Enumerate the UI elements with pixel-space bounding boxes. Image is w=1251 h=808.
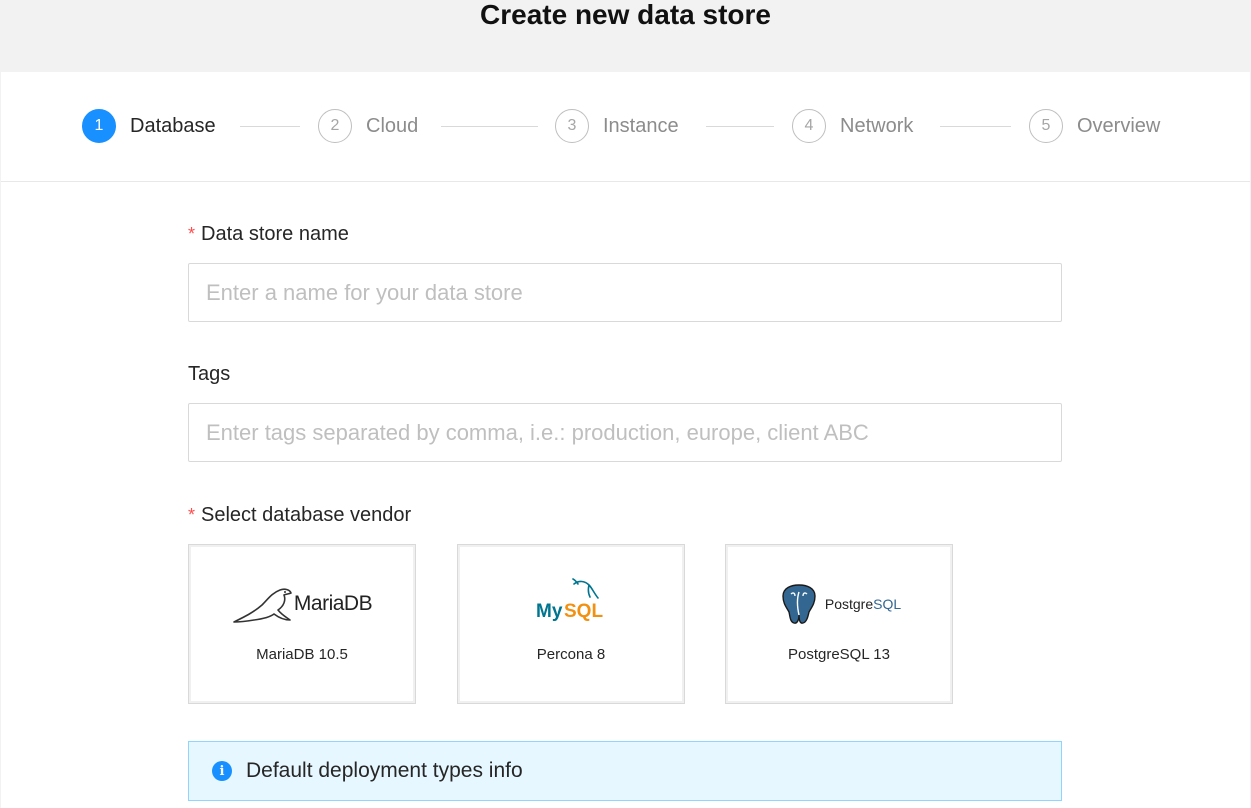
mariadb-logo-text: MariaDB [293,592,373,615]
step-number: 1 [82,109,116,143]
step-label: Cloud [366,114,419,137]
mysql-text-sql: SQL [564,601,604,622]
mariadb-seal-icon [233,588,292,623]
database-vendor-label-text: Select database vendor [201,504,412,526]
step-number: 2 [318,109,352,143]
step-number: 3 [555,109,589,143]
deployment-info-alert[interactable]: i Default deployment types info [188,741,1062,801]
vendor-name: Percona 8 [536,646,606,663]
vendor-name: PostgreSQL 13 [787,646,890,663]
mysql-logo-mark: My SQL [536,578,606,626]
mysql-logo: My SQL [458,578,684,629]
data-store-name-label: * Data store name [188,223,349,246]
step-label: Network [840,114,914,137]
step-label: Overview [1077,114,1161,137]
info-text: Default deployment types info [246,759,523,782]
step-network[interactable]: 4 Network [792,108,913,144]
step-label: Instance [603,114,679,137]
step-overview[interactable]: 5 Overview [1029,108,1160,144]
step-connector [706,126,774,127]
database-vendor-label: * Select database vendor [188,504,411,527]
postgresql-text-sql: SQL [873,596,902,612]
data-store-name-label-text: Data store name [201,223,349,245]
page-title: Create new data store [480,0,771,30]
tags-label: Tags [188,363,231,385]
vendor-card-percona[interactable]: My SQL Percona 8 [457,544,685,704]
postgresql-text-postgre: Postgre [824,596,874,612]
data-store-name-input[interactable] [188,263,1062,322]
step-connector [240,126,300,127]
postgresql-logo: Postgre SQL [726,579,952,629]
info-icon: i [212,761,232,781]
step-connector [441,126,538,127]
vendor-name: MariaDB 10.5 [256,646,348,663]
step-connector [940,126,1011,127]
wizard-steps: 1 Database 2 Cloud 3 Instance 4 Network … [1,72,1250,182]
step-cloud[interactable]: 2 Cloud [318,108,418,144]
step-label: Database [130,114,216,137]
tags-input[interactable] [188,403,1062,462]
step-number: 5 [1029,109,1063,143]
step-number: 4 [792,109,826,143]
required-marker: * [188,505,196,525]
required-marker: * [188,224,196,244]
create-data-store-card: 1 Database 2 Cloud 3 Instance 4 Network … [1,72,1250,808]
postgresql-elephant-icon [782,584,816,624]
step-instance[interactable]: 3 Instance [555,108,679,144]
vendor-card-mariadb[interactable]: MariaDB MariaDB 10.5 [188,544,416,704]
step-database[interactable]: 1 Database [82,108,216,144]
vendor-card-postgresql[interactable]: Postgre SQL PostgreSQL 13 [725,544,953,704]
mysql-text-my: My [536,601,563,622]
mariadb-logo: MariaDB [189,579,415,629]
